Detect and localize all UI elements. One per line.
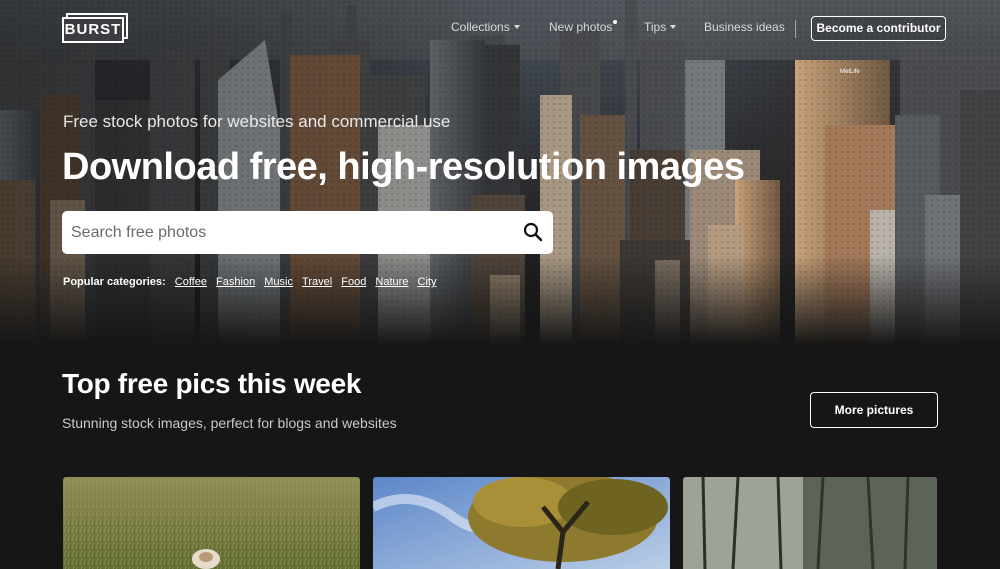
category-link-food[interactable]: Food — [341, 276, 366, 288]
hero-tagline: Free stock photos for websites and comme… — [63, 112, 451, 131]
popular-categories-label: Popular categories: — [63, 276, 166, 288]
nav-tips[interactable]: Tips — [644, 20, 677, 34]
new-indicator-dot — [613, 20, 617, 24]
category-link-fashion[interactable]: Fashion — [216, 276, 255, 288]
nav-new-photos-label: New photos — [549, 20, 613, 34]
section-title: Top free pics this week — [62, 368, 362, 399]
search-box — [62, 211, 553, 254]
photo-card-forest[interactable] — [683, 477, 937, 569]
nav-new-photos[interactable]: New photos — [549, 20, 612, 34]
search-input[interactable] — [62, 211, 512, 254]
chevron-down-icon — [513, 25, 520, 29]
nav-tips-label: Tips — [644, 20, 667, 34]
search-icon[interactable] — [523, 222, 543, 242]
photo-card-tree[interactable] — [373, 477, 670, 569]
photo-tree-image — [373, 477, 670, 569]
hero-headline: Download free, high-resolution images — [62, 146, 745, 188]
nav-collections-label: Collections — [451, 20, 510, 34]
category-link-city[interactable]: City — [418, 276, 437, 288]
category-link-coffee[interactable]: Coffee — [175, 276, 207, 288]
category-link-nature[interactable]: Nature — [375, 276, 408, 288]
logo-text: BURST — [62, 17, 124, 43]
hero-fade — [0, 255, 1000, 345]
become-contributor-button[interactable]: Become a contributor — [811, 16, 946, 41]
photo-forest-image — [683, 477, 937, 569]
chevron-down-icon — [670, 25, 677, 29]
nav-business-ideas-label: Business ideas — [704, 20, 785, 34]
category-link-travel[interactable]: Travel — [302, 276, 332, 288]
photo-field-image — [63, 477, 360, 569]
section-subtitle: Stunning stock images, perfect for blogs… — [62, 415, 397, 431]
photo-card-field[interactable] — [63, 477, 360, 569]
nav-business-ideas[interactable]: Business ideas — [704, 20, 785, 34]
more-pictures-button[interactable]: More pictures — [810, 392, 938, 428]
nav-divider — [795, 20, 796, 38]
category-link-music[interactable]: Music — [264, 276, 293, 288]
popular-categories: Popular categories: Coffee Fashion Music… — [63, 276, 439, 288]
nav-collections[interactable]: Collections — [451, 20, 520, 34]
burst-logo[interactable]: BURST — [62, 13, 128, 43]
